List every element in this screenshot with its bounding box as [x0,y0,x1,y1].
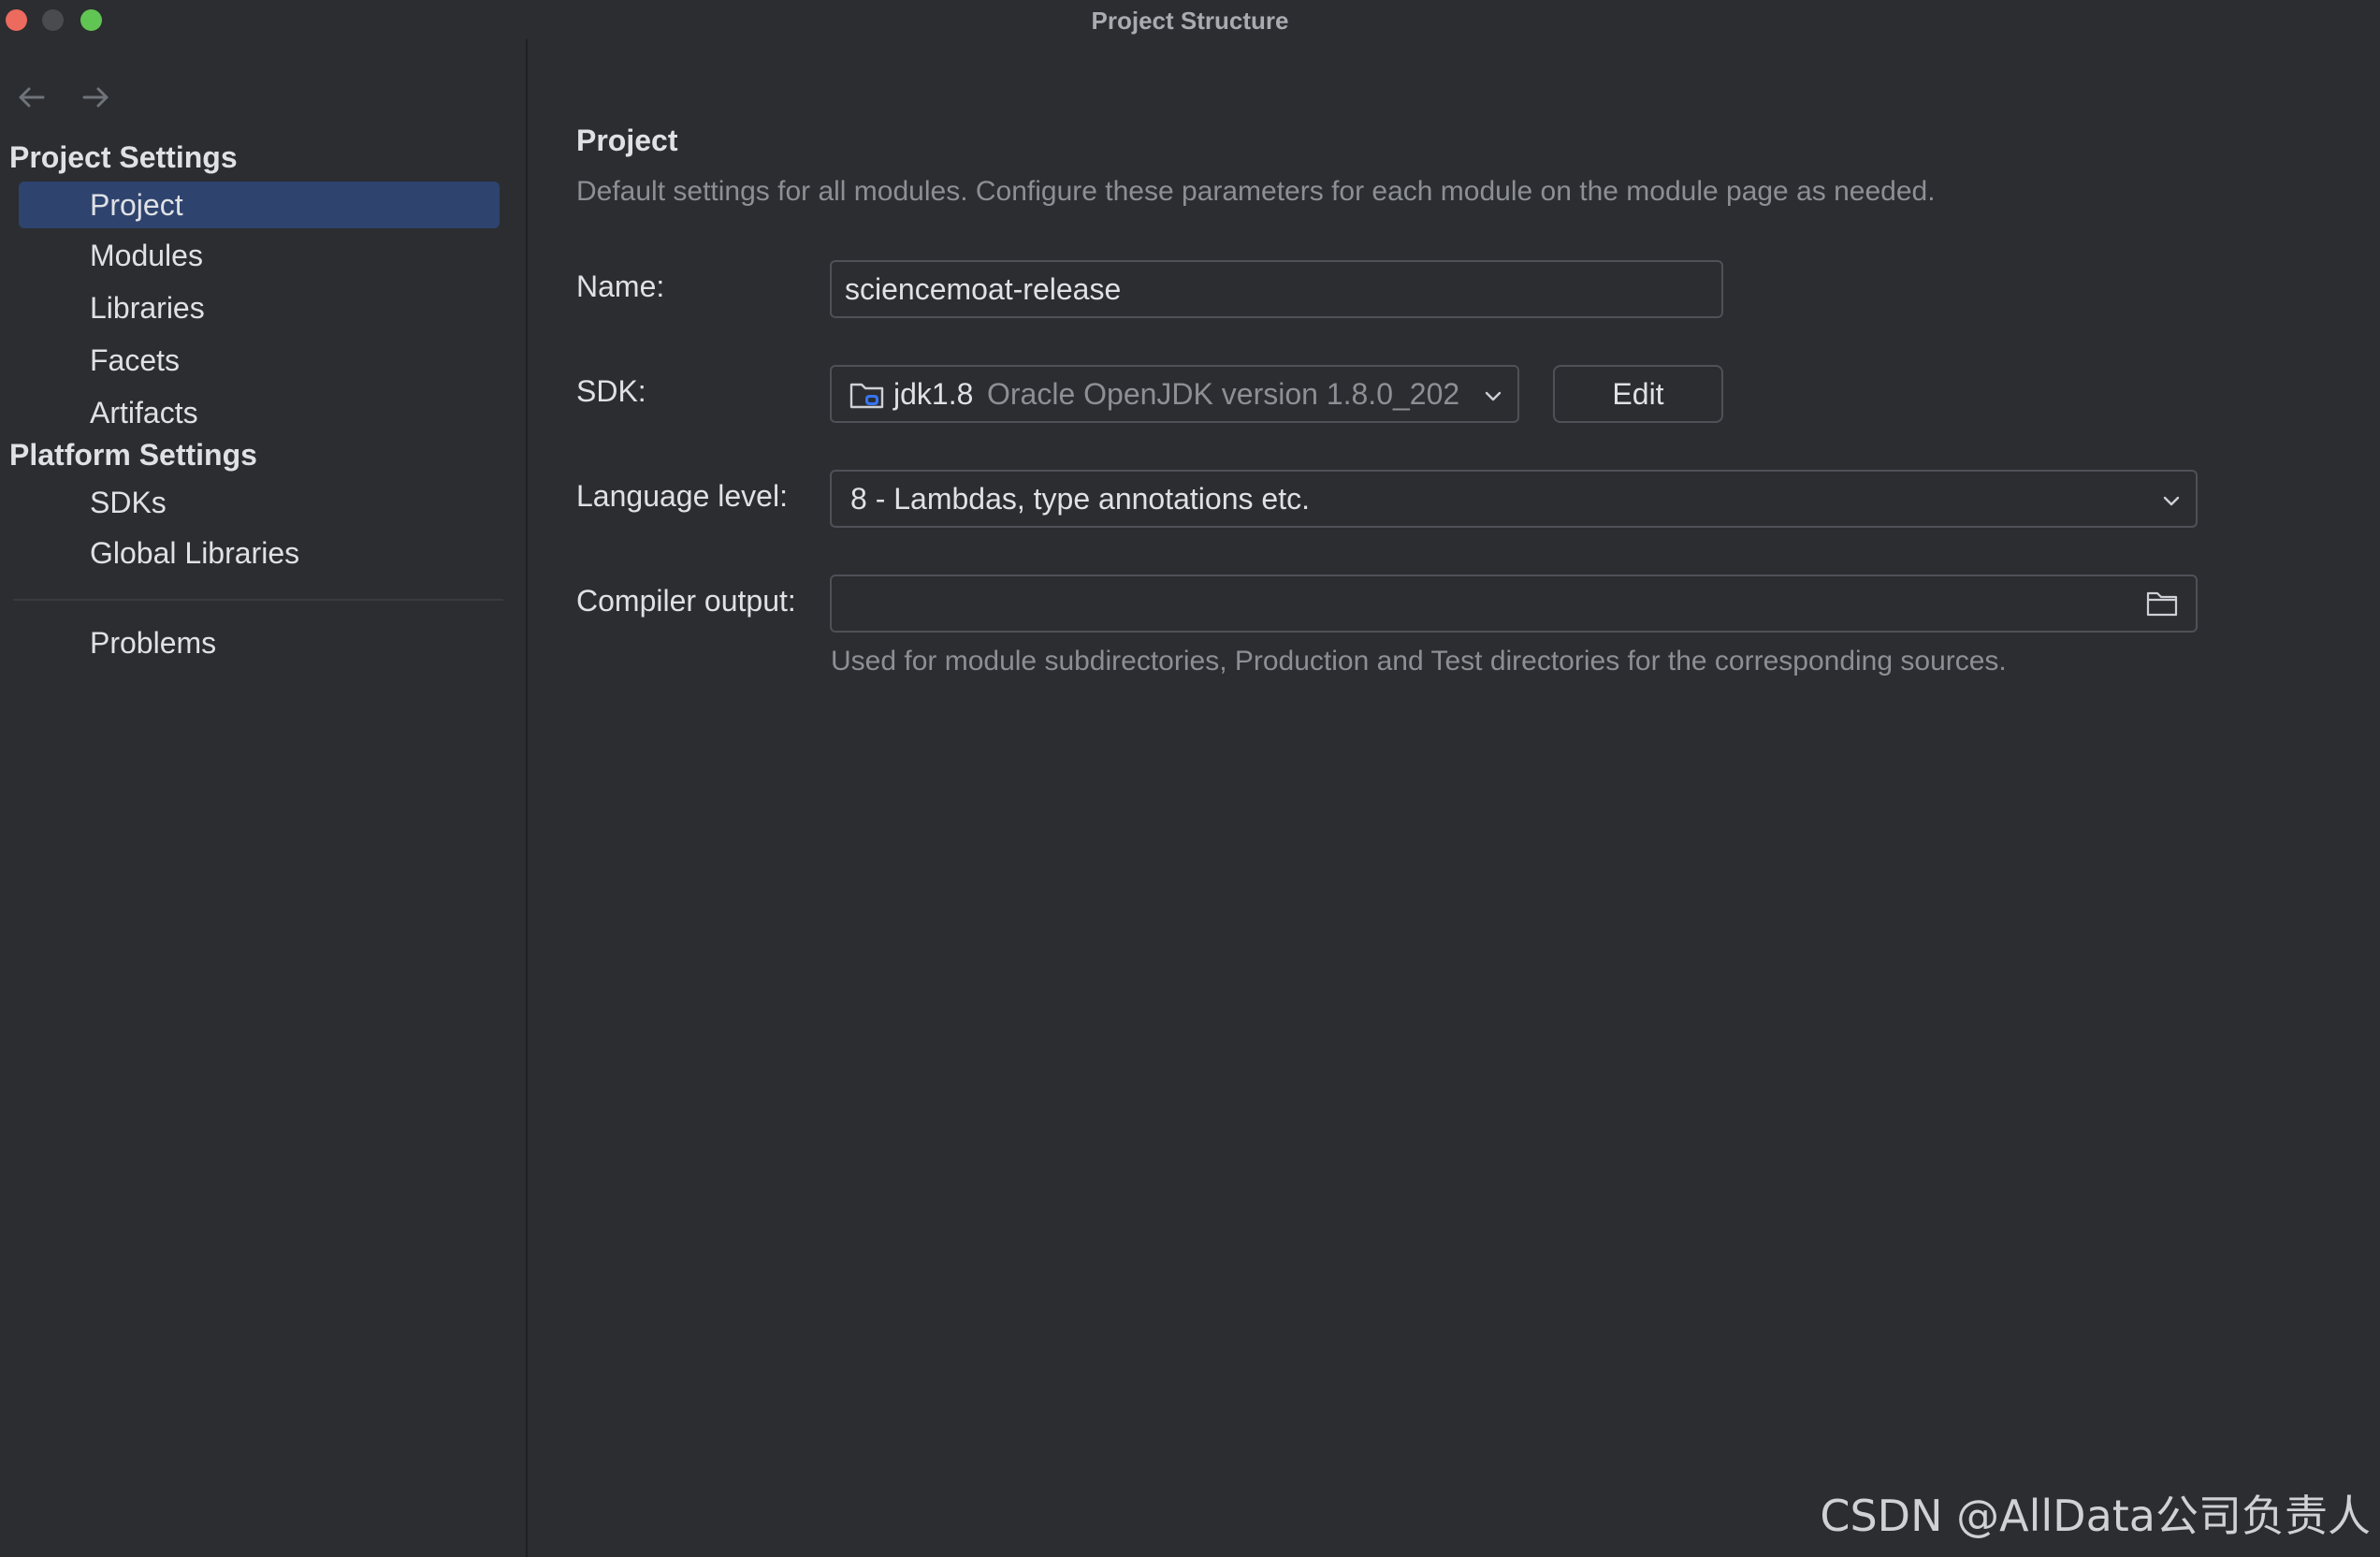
sidebar-item-facets[interactable]: Facets [19,337,500,384]
name-label: Name: [576,269,665,303]
window-title: Project Structure [1091,7,1289,35]
sidebar-item-label: Problems [90,626,217,660]
sidebar-item-modules[interactable]: Modules [19,232,500,279]
edit-sdk-button[interactable]: Edit [1553,365,1723,423]
sidebar-item-label: Libraries [90,291,205,325]
sidebar-divider [13,599,503,601]
sidebar-item-libraries[interactable]: Libraries [19,284,500,331]
page-title: Project [576,124,678,157]
sdk-dropdown[interactable]: jdk1.8 Oracle OpenJDK version 1.8.0_202 [830,365,1519,423]
project-settings-panel: Project Default settings for all modules… [530,39,2380,1557]
folder-icon[interactable] [2145,589,2179,618]
sidebar-item-label: Project [90,188,183,222]
sidebar-item-project[interactable]: Project [19,182,500,228]
page-description: Default settings for all modules. Config… [576,176,1936,207]
arrow-right-icon[interactable] [77,79,114,116]
chevron-down-icon [2163,496,2180,506]
compiler-output-field[interactable] [830,575,2198,633]
project-settings-header: Project Settings [9,140,238,174]
sidebar-item-artifacts[interactable]: Artifacts [19,389,500,436]
platform-settings-header: Platform Settings [9,438,257,472]
folder-jdk-icon [849,383,884,409]
name-field[interactable]: sciencemoat-release [830,260,1723,318]
language-level-dropdown[interactable]: 8 - Lambdas, type annotations etc. [830,470,2198,528]
sidebar-item-label: SDKs [90,486,167,519]
compiler-output-label: Compiler output: [576,584,796,618]
watermark: CSDN @AllData公司负责人 [1820,1491,2371,1541]
compiler-output-hint: Used for module subdirectories, Producti… [831,646,2007,677]
sdk-version: Oracle OpenJDK version 1.8.0_202 [987,377,1460,411]
chevron-down-icon [1485,391,1502,401]
sdk-name: jdk1.8 [893,377,974,411]
sidebar-item-problems[interactable]: Problems [19,619,500,666]
sidebar: Project Settings Project Modules Librari… [0,39,528,1557]
sidebar-item-global-libraries[interactable]: Global Libraries [19,530,500,576]
arrow-left-icon[interactable] [13,79,51,116]
sidebar-item-label: Facets [90,343,181,377]
sidebar-item-label: Artifacts [90,396,198,429]
language-level-value: 8 - Lambdas, type annotations etc. [850,482,1310,516]
language-level-label: Language level: [576,479,788,513]
project-structure-window: Project Structure Project Settings Proje… [0,0,2380,1557]
title-bar: Project Structure [0,0,2380,39]
name-field-value: sciencemoat-release [845,272,1122,306]
sidebar-item-label: Global Libraries [90,536,300,570]
sdk-label: SDK: [576,374,646,408]
sidebar-item-sdks[interactable]: SDKs [19,479,500,526]
sidebar-item-label: Modules [90,239,203,272]
